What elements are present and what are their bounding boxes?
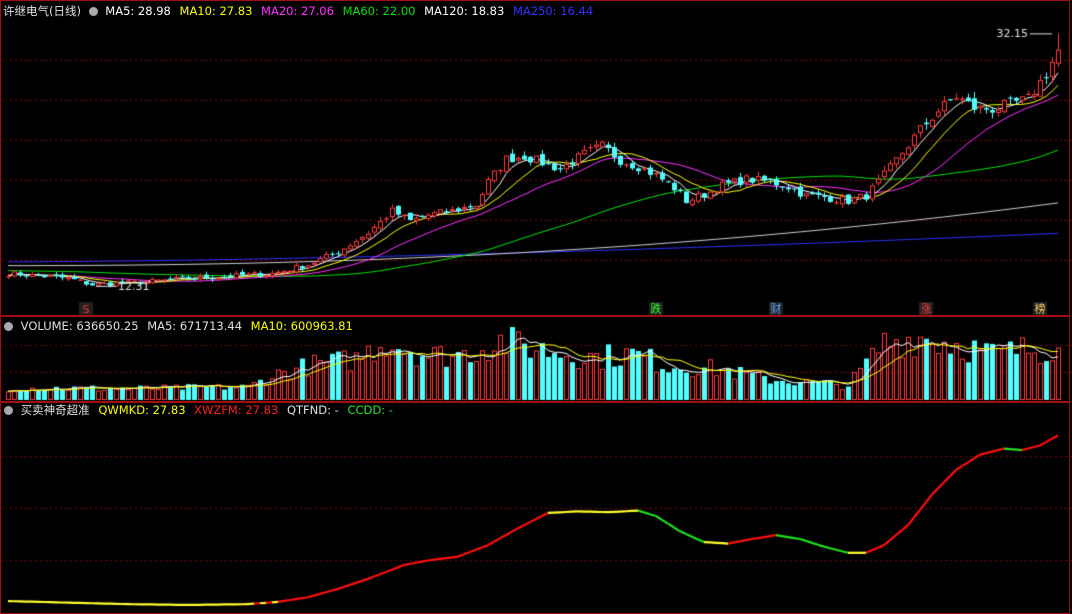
- volume-legend: VOLUME: 636650.25 MA5: 671713.44 MA10: 6…: [3, 318, 358, 334]
- ma120-label: MA120: 18.83: [424, 4, 505, 18]
- collapse-circle-icon[interactable]: [4, 406, 13, 415]
- volume-ma10-label: MA10: 600963.81: [250, 319, 353, 333]
- indicator-legend: 买卖神奇超准 QWMKD: 27.83 XWZFM: 27.83 QTFND: …: [3, 402, 398, 418]
- indicator-xwzfm: XWZFM: 27.83: [194, 403, 279, 417]
- ma20-label: MA20: 27.06: [261, 4, 334, 18]
- collapse-circle-icon[interactable]: [4, 322, 13, 331]
- ma5-label: MA5: 28.98: [105, 4, 171, 18]
- ma250-label: MA250: 16.44: [512, 4, 594, 18]
- volume-ma5-label: MA5: 671713.44: [147, 319, 243, 333]
- ma10-label: MA10: 27.83: [179, 4, 253, 18]
- stock-name: 许继电气(日线): [3, 4, 81, 18]
- indicator-ccdd: CCDD: -: [347, 403, 393, 417]
- indicator-qwmkd: QWMKD: 27.83: [98, 403, 186, 417]
- indicator-name: 买卖神奇超准: [20, 403, 90, 417]
- main-legend: 许继电气(日线) MA5: 28.98 MA10: 27.83 MA20: 27…: [3, 3, 598, 19]
- volume-label: VOLUME: 636650.25: [20, 319, 139, 333]
- ma60-label: MA60: 22.00: [342, 4, 416, 18]
- kline-chart-canvas[interactable]: [0, 0, 1072, 614]
- collapse-circle-icon[interactable]: [88, 7, 98, 16]
- indicator-qtfnd: QTFND: -: [286, 403, 339, 417]
